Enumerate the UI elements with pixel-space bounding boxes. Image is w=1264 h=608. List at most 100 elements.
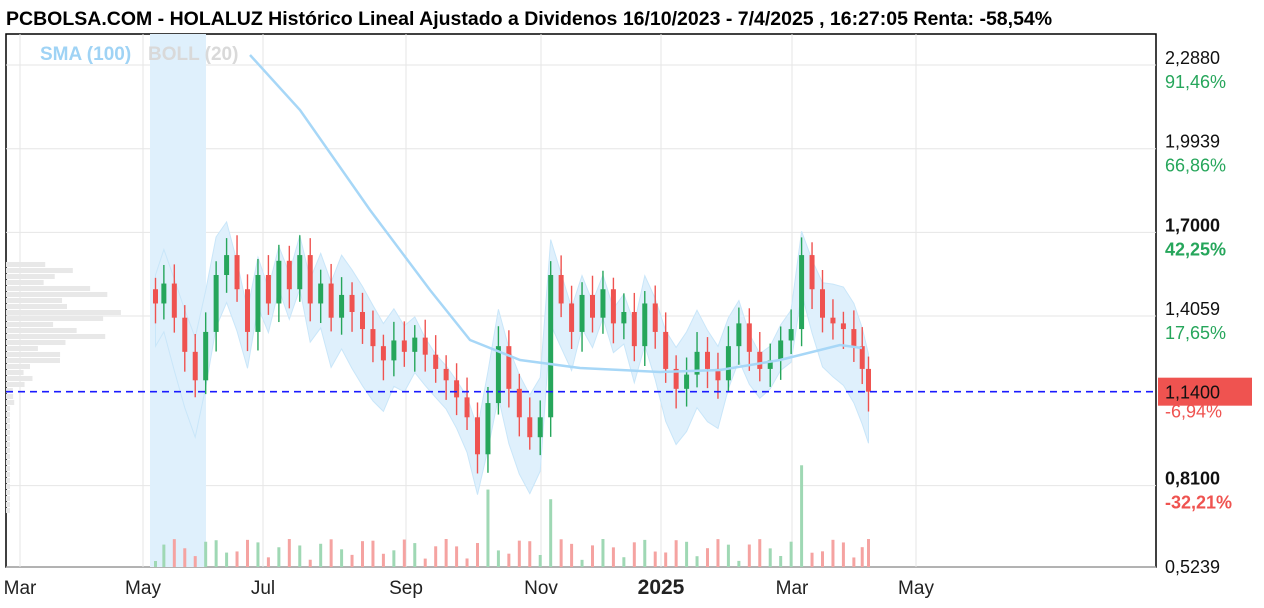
volume-bar [758, 539, 762, 567]
candle-body [318, 283, 324, 304]
profile-bar [6, 304, 68, 309]
profile-bar [6, 274, 55, 279]
candle-body [297, 255, 303, 290]
legend-boll: BOLL (20) [148, 44, 238, 65]
volume-bar [821, 551, 824, 567]
candle-body [610, 289, 616, 324]
profile-bar [6, 400, 15, 405]
volume-bar [747, 544, 751, 567]
candle-body [684, 374, 690, 389]
candle-body [788, 329, 794, 341]
volume-bar [381, 553, 385, 567]
candle-body [631, 312, 637, 347]
volume-bar [465, 558, 469, 567]
profile-bar [6, 478, 10, 483]
profile-bar [6, 328, 77, 333]
candle-body [809, 255, 815, 290]
volume-bar [371, 540, 375, 567]
volume-bar [841, 542, 845, 567]
candle-body [736, 323, 742, 347]
candle-body [705, 351, 710, 369]
volume-bar [225, 552, 229, 567]
profile-bar [6, 322, 54, 327]
y-axis-labels: 2,2880 91,46% 1,9939 66,86% 1,7000 42,25% 1,40… [1165, 48, 1232, 577]
volume-bar [591, 545, 594, 567]
pct-label: 42,25% [1165, 239, 1226, 259]
profile-bar [6, 412, 10, 417]
volume-bar [298, 545, 302, 567]
volume-bar [455, 546, 459, 567]
profile-bar [6, 364, 30, 369]
volume-bar [779, 555, 783, 567]
candle-body [370, 329, 376, 347]
candle-body [859, 346, 865, 369]
volume-bar [549, 499, 553, 567]
last-price-label: 1,1400 [1165, 383, 1220, 403]
profile-bar [6, 310, 121, 315]
candle-body [558, 275, 564, 304]
volume-bar [193, 556, 197, 567]
volume-bar [800, 465, 804, 567]
candle-body [778, 340, 784, 361]
profile-bar [6, 292, 108, 297]
x-axis-ticks: Mar May Jul Sep Nov 2025 Mar May [4, 576, 935, 599]
volume-bar [653, 551, 657, 567]
volume-bar [559, 539, 563, 567]
volume-bar [852, 557, 856, 567]
candle-body [245, 289, 250, 332]
profile-bar [6, 370, 24, 375]
volume-bar [350, 554, 354, 567]
profile-bar [6, 490, 10, 495]
profile-bar [6, 376, 33, 381]
candle-body [192, 351, 198, 381]
candle-body [391, 340, 397, 361]
candle-body [412, 337, 418, 352]
candle-body [830, 317, 836, 324]
volume-bar [517, 540, 521, 567]
pct-label: 17,65% [1165, 323, 1226, 343]
profile-bar [6, 436, 10, 441]
candle-body [590, 294, 595, 318]
volume-bar [361, 541, 364, 567]
volume-bar [496, 550, 500, 567]
candle-body [307, 255, 313, 304]
volume-bar [706, 548, 709, 567]
volume-bar [413, 543, 417, 567]
candle-body [757, 351, 763, 369]
price-label: 2,2880 [1165, 48, 1220, 68]
candle-body [401, 340, 407, 352]
profile-bar [6, 268, 73, 273]
volume-bar [183, 548, 187, 567]
volume-bar [308, 559, 312, 567]
candle-body [360, 312, 365, 330]
x-tick-label: May [898, 578, 934, 599]
profile-bar [6, 430, 10, 435]
profile-bar [6, 406, 11, 411]
price-label: 1,9939 [1165, 132, 1220, 152]
profile-bar [6, 286, 91, 291]
volume-bar [507, 553, 511, 567]
volume-bar [867, 539, 870, 567]
candle-body [485, 403, 491, 455]
profile-bar [6, 262, 46, 267]
pct-label: 91,46% [1165, 72, 1226, 92]
profile-bar [6, 346, 38, 351]
candle-body [328, 283, 334, 318]
volume-bar [632, 542, 636, 567]
volume-bar [172, 539, 176, 567]
profile-bar [6, 496, 10, 501]
profile-bar [6, 448, 10, 453]
volume-bar [768, 548, 772, 567]
candle-body [663, 331, 669, 369]
volume-bar [319, 543, 323, 567]
candle-body [349, 294, 355, 313]
candle-body [866, 368, 871, 392]
candle-body [746, 323, 752, 352]
volume-bar [538, 554, 542, 567]
candle-body [652, 303, 658, 332]
candle-body [224, 255, 230, 276]
x-tick-label: Mar [4, 578, 37, 599]
last-pct-label: -6,94% [1165, 402, 1222, 422]
profile-bar [6, 334, 106, 339]
volume-bar [266, 557, 270, 567]
